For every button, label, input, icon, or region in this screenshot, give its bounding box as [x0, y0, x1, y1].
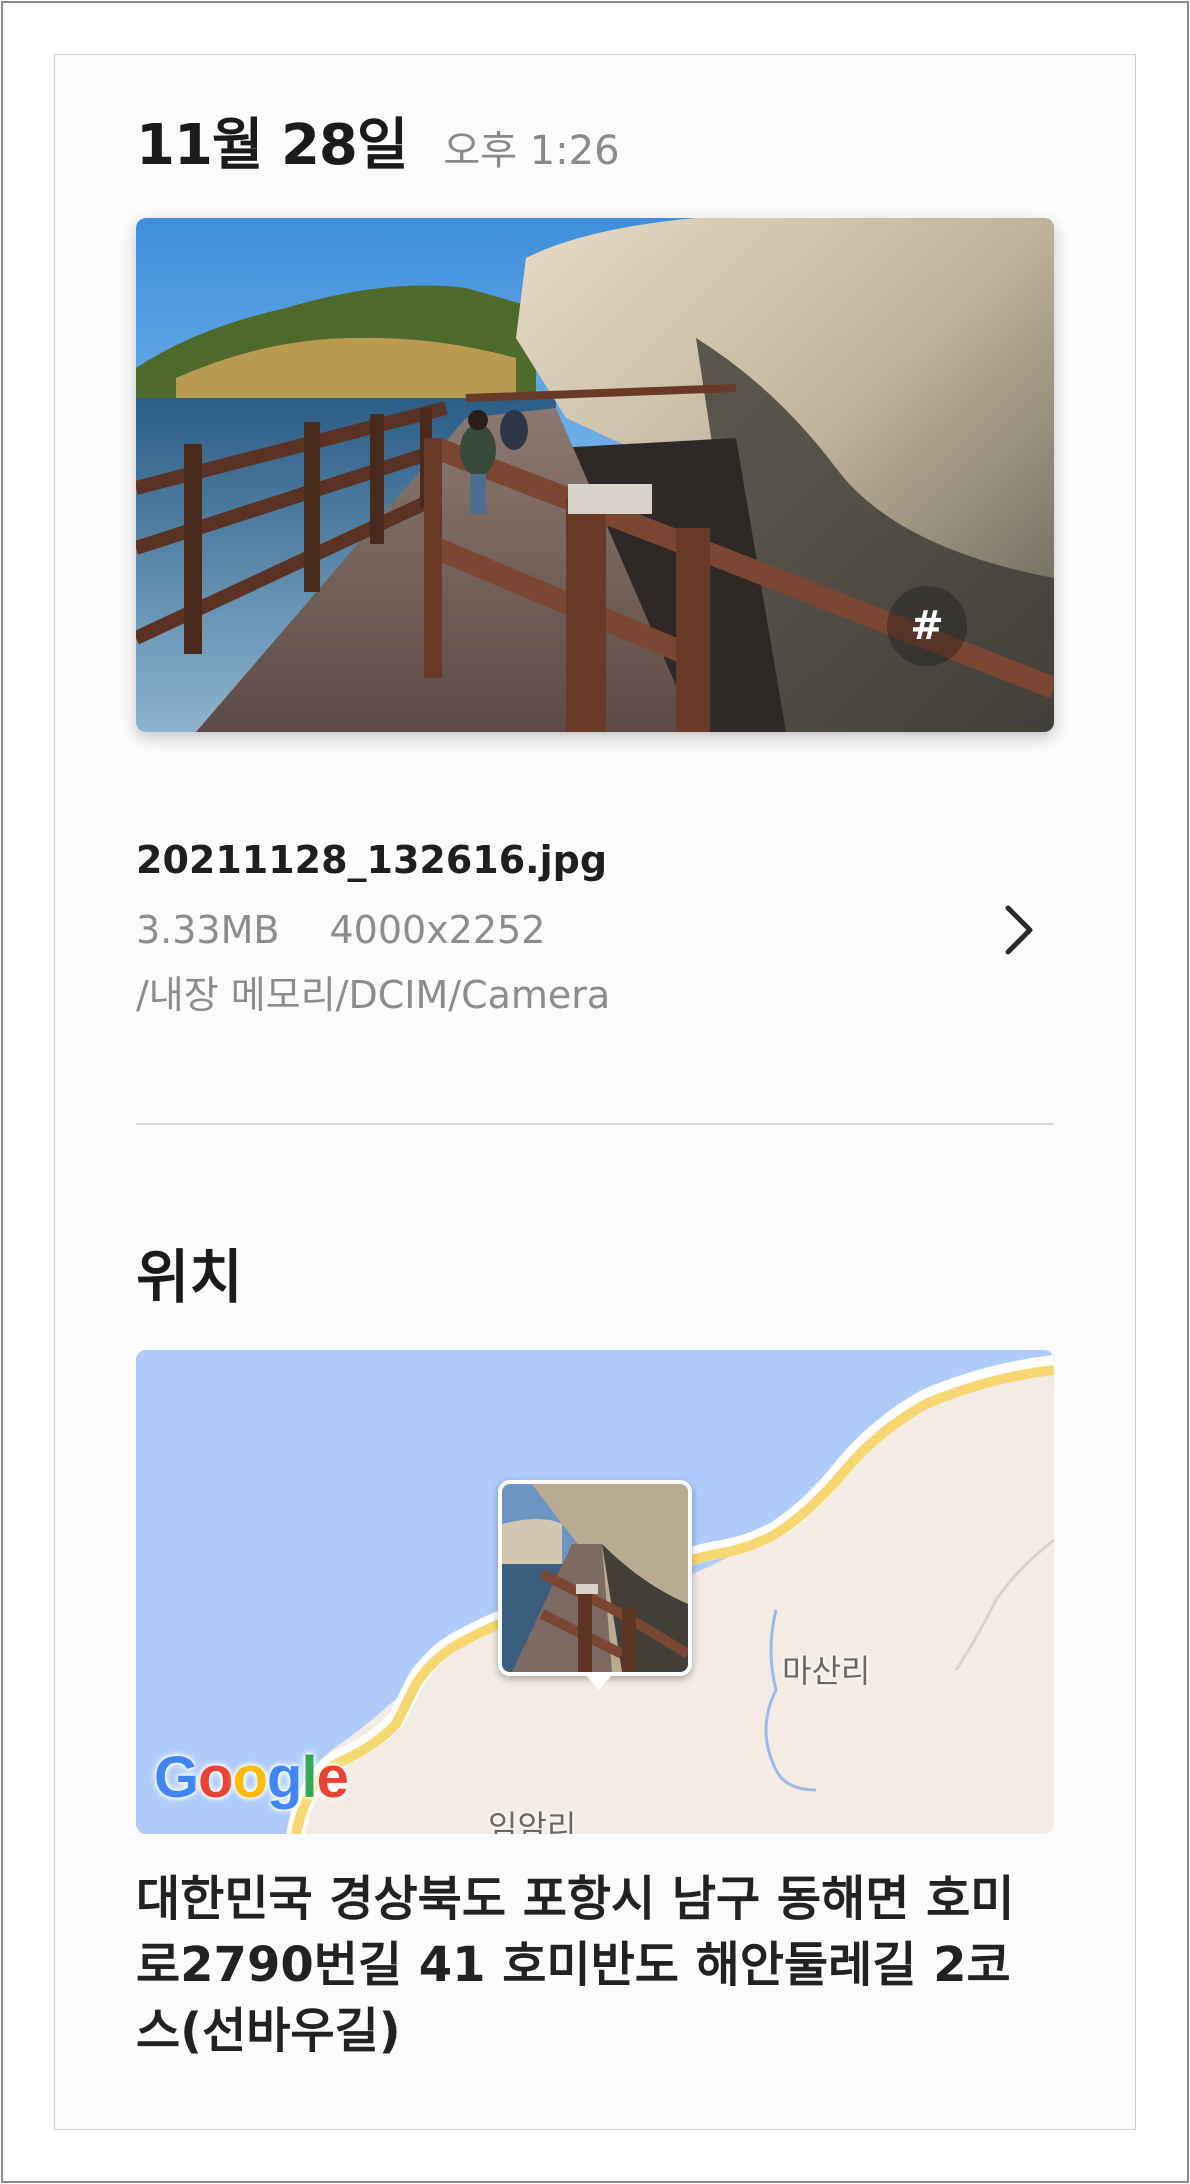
- tag-button[interactable]: #: [887, 586, 967, 666]
- file-name: 20211128_132616.jpg: [136, 838, 608, 882]
- google-logo-letter: G: [154, 1745, 199, 1810]
- section-divider: [136, 1123, 1054, 1125]
- map-place-label: 마산리: [782, 1652, 871, 1690]
- google-logo: Google: [154, 1744, 349, 1811]
- marker-thumbnail-image: [502, 1484, 688, 1672]
- google-logo-letter: g: [267, 1745, 302, 1810]
- google-logo-letter: o: [232, 1745, 268, 1810]
- photo-time: 오후 1:26: [443, 128, 620, 174]
- photo-thumbnail[interactable]: #: [136, 218, 1054, 732]
- marker-pointer: [585, 1674, 613, 1690]
- file-size: 3.33MB: [136, 908, 280, 952]
- hashtag-icon: #: [910, 603, 944, 649]
- google-logo-letter: e: [316, 1745, 349, 1810]
- photo-date: 11월 28일: [136, 113, 408, 178]
- location-address: 대한민국 경상북도 포항시 남구 동해면 호미로2790번길 41 호미반도 해…: [136, 1871, 1015, 2059]
- location-title: 위치: [136, 1243, 243, 1311]
- file-meta: 3.33MB 4000x2252: [136, 908, 1054, 952]
- map-photo-marker[interactable]: [498, 1480, 692, 1676]
- map-place-label: 임암리: [488, 1808, 577, 1834]
- google-logo-letter: o: [198, 1745, 233, 1810]
- location-map[interactable]: 마산리 임암리 Google: [136, 1350, 1054, 1834]
- chevron-right-icon[interactable]: [1000, 900, 1040, 960]
- google-logo-letter: l: [301, 1745, 317, 1810]
- file-info[interactable]: 20211128_132616.jpg 3.33MB 4000x2252 /내장 …: [136, 838, 1054, 1019]
- file-resolution: 4000x2252: [329, 908, 546, 952]
- date-header: 11월 28일 오후 1:26: [136, 100, 620, 181]
- file-path: /내장 메모리/DCIM/Camera: [136, 973, 611, 1017]
